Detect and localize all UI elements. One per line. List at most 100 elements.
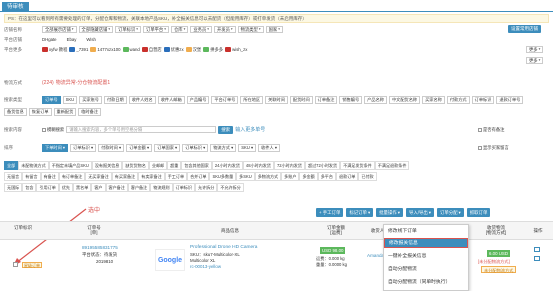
status-filter[interactable]: 无国际	[4, 183, 23, 192]
search-type-option[interactable]: 销售编号	[339, 96, 363, 104]
status-filter[interactable]: 包含其他国家	[181, 161, 212, 170]
row-checkbox[interactable]	[13, 262, 18, 267]
store-chip[interactable]: 自营店	[141, 46, 162, 53]
sort-option[interactable]: 下单时间 ▾	[42, 143, 69, 152]
search-type-option[interactable]: 平台订单号	[211, 96, 239, 104]
status-filter[interactable]: 客户	[91, 183, 106, 192]
status-filter[interactable]: 合并订单	[187, 172, 210, 181]
search-type-option[interactable]: 产品名称	[364, 96, 387, 104]
status-filter[interactable]: 无留言	[4, 172, 23, 181]
search-type-option[interactable]: 中文配货名称	[388, 96, 421, 104]
status-filter[interactable]: 有备注	[40, 172, 59, 181]
search-type-option[interactable]: SKU	[62, 96, 78, 104]
status-filter[interactable]: 订单标识	[172, 183, 195, 192]
show-all-stores-button[interactable]: 全部展示店铺 ▾	[42, 26, 77, 33]
fuzzy-search-checkbox[interactable]: 模糊搜索	[42, 126, 64, 133]
set-common-stores-button[interactable]: 设置常用店铺	[508, 25, 541, 33]
sort-option[interactable]: 订单标识 ▾	[70, 143, 97, 152]
status-filter[interactable]: 有买家备注	[111, 172, 139, 181]
status-filter[interactable]: 手工订单	[164, 172, 188, 181]
store-chip[interactable]: 1477xzx100	[90, 46, 121, 53]
search-type-option[interactable]: 收件人邮箱	[157, 96, 185, 104]
status-filter[interactable]: 引用订单	[36, 183, 59, 192]
status-filter[interactable]: 退款订单	[336, 172, 359, 181]
store-chip[interactable]: _7391	[69, 46, 88, 53]
more-stores-dropdown-2[interactable]: 更多 ▾	[526, 57, 544, 64]
status-filter[interactable]: 包含	[22, 183, 37, 192]
split-icon[interactable]	[534, 256, 540, 261]
status-filter[interactable]: 不满足发货条件	[340, 161, 375, 170]
sort-option[interactable]: 订单国家 ▾	[154, 143, 181, 152]
status-filter[interactable]: SKU多数量	[209, 172, 237, 181]
search-type-option[interactable]: 买家账号	[79, 96, 102, 104]
salesperson-filter[interactable]: 业务员 ▾	[190, 26, 213, 33]
menu-item-auto-assign-logistics-same[interactable]: 自动分配物流（同单时执行）	[384, 278, 468, 288]
store-chip[interactable]: 拼多多	[203, 46, 223, 53]
order-number-link[interactable]: 89195585831775	[82, 245, 118, 250]
status-filter[interactable]: 多账户	[281, 172, 300, 181]
search-type-option[interactable]: 订单标识	[471, 96, 495, 104]
search-type-option[interactable]: 备货信息	[4, 108, 27, 116]
logistics-unassigned-label[interactable]: 未分配物流方式	[481, 266, 517, 273]
search-type-option[interactable]: 买家名称	[422, 96, 445, 104]
status-filter[interactable]: 超重	[167, 161, 182, 170]
menu-item-complete-customs-info[interactable]: 一键补全报关信息	[384, 252, 468, 262]
mark-order-button[interactable]: 标记订单 ▾	[346, 208, 374, 217]
search-type-option[interactable]: 重新配货	[53, 108, 77, 116]
status-filter[interactable]: 没有报关信息	[91, 161, 123, 170]
status-filter[interactable]: 黑名单	[73, 183, 92, 192]
search-input[interactable]: 请输入搜索内容，多个单号用空格分隔	[66, 126, 217, 133]
status-filter[interactable]: 客户备注	[127, 183, 151, 192]
manual-order-button[interactable]: + 手工订单	[316, 208, 344, 217]
status-filter[interactable]: 客户备注	[105, 183, 128, 192]
more-stores-dropdown[interactable]: 更多 ▾	[526, 46, 544, 53]
status-filter[interactable]: 超过72小时发货	[304, 161, 341, 170]
search-type-option[interactable]: 临时备注	[78, 108, 102, 116]
sort-option[interactable]: 付款时间 ▾	[98, 143, 125, 152]
status-filter[interactable]: 优先	[58, 183, 74, 192]
sort-option[interactable]: 订单标识 ▾	[182, 143, 209, 152]
platform-dhgate[interactable]: DHgate	[42, 36, 57, 43]
status-filter[interactable]: 72小时内发货	[273, 161, 305, 170]
status-filter[interactable]: 不指定未填产品SKU	[48, 161, 92, 170]
order-dispatch-button[interactable]: 订单分配 ▾	[436, 208, 464, 217]
more-order-numbers-link[interactable]: 输入更多单号	[235, 126, 265, 133]
warehouse-filter[interactable]: 仓库 ▾	[171, 26, 189, 33]
batch-operation-button[interactable]: 批量操作 ▾	[376, 208, 403, 217]
status-filter[interactable]: 未配物流方式	[18, 161, 49, 170]
import-export-button[interactable]: 导入/导出 ▾	[405, 208, 434, 217]
status-filter[interactable]: 有卖家备注	[138, 172, 165, 181]
order-platform-filter[interactable]: 订单平台 ▾	[143, 26, 169, 33]
order-flag-filter[interactable]: 订单标识 ▾	[115, 26, 142, 33]
developer-filter[interactable]: 开发员 ▾	[214, 26, 236, 33]
status-filter[interactable]: 24小时内发货	[211, 161, 243, 170]
menu-item-auto-assign-logistics[interactable]: 自动分配物流	[384, 265, 468, 275]
status-filter[interactable]: 缺货货物名	[122, 161, 149, 170]
search-type-option[interactable]: 产品编号	[186, 96, 210, 104]
sort-option[interactable]: 物流方式 ▾	[210, 143, 237, 152]
status-filter[interactable]: 有留言	[22, 172, 41, 181]
show-buyer-message-checkbox[interactable]: 显示买家留言	[478, 144, 509, 151]
product-title-link[interactable]: Professional Drone HD Camera	[190, 245, 257, 250]
menu-item-edit-customs-info[interactable]: 修改报关信息	[384, 238, 468, 248]
hide-all-stores-button[interactable]: 全部隐藏店铺 ▾	[78, 26, 114, 33]
sort-option[interactable]: 收件人 ▾	[258, 143, 280, 152]
edit-icon[interactable]	[534, 247, 540, 252]
status-filter[interactable]: 不允许拆分	[217, 183, 244, 192]
fetch-orders-button[interactable]: 抓取订单	[466, 208, 491, 217]
has-remark-checkbox[interactable]: 是否有备注	[478, 126, 504, 133]
status-filter[interactable]: 不满足退款条件	[374, 161, 410, 170]
status-filter[interactable]: 全部	[4, 161, 19, 170]
status-filter[interactable]: 多平台	[317, 172, 336, 181]
country-filter[interactable]: 国家 ▾	[265, 26, 283, 33]
store-chip[interactable]: wand	[122, 46, 140, 53]
store-chip[interactable]: 汉堡	[185, 46, 201, 53]
store-chip[interactable]: xyfw 教程	[42, 46, 67, 53]
search-type-option[interactable]: 配货时间	[289, 96, 313, 104]
search-type-option[interactable]: 订单号	[42, 96, 61, 104]
tab-pending-review[interactable]: 待审核	[2, 2, 29, 12]
platform-ebay[interactable]: Ebay	[67, 36, 77, 43]
search-type-option[interactable]: 恢复订单	[28, 108, 52, 116]
logistics-type-filter[interactable]: 物流类型 ▾	[237, 26, 264, 33]
search-type-option[interactable]: 退款订单号	[496, 96, 524, 104]
